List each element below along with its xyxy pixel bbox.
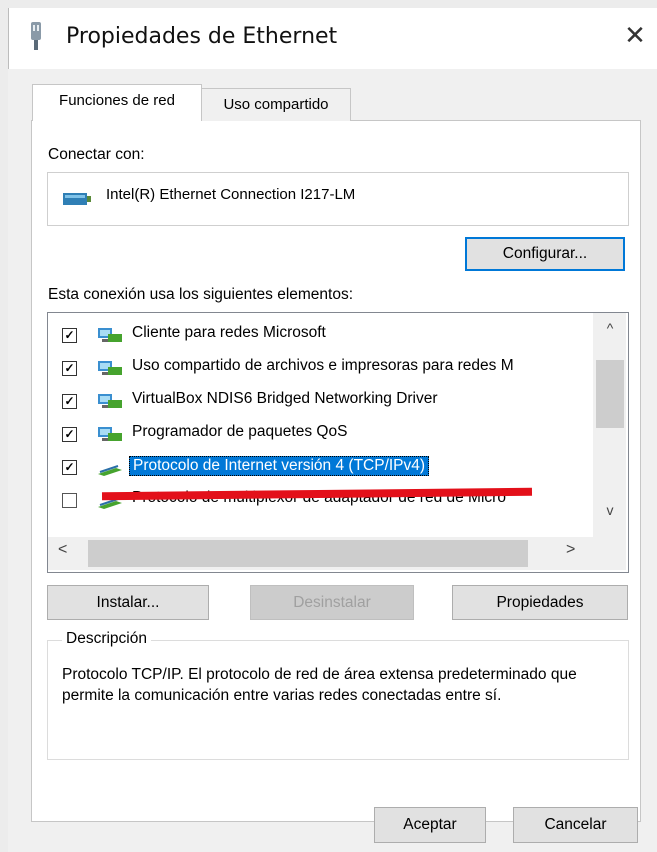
uninstall-button[interactable]: Desinstalar <box>250 585 414 620</box>
description-text: Protocolo TCP/IP. El protocolo de red de… <box>62 666 577 704</box>
scroll-left-icon[interactable]: < <box>58 541 67 559</box>
checkbox[interactable] <box>62 493 77 508</box>
list-item-selected[interactable]: ✓ Protocolo de Internet versión 4 (TCP/I… <box>48 452 593 482</box>
ethernet-plug-icon <box>28 22 44 52</box>
item-label: VirtualBox NDIS6 Bridged Networking Driv… <box>132 390 438 407</box>
checkbox[interactable]: ✓ <box>62 361 77 376</box>
list-item[interactable]: ✓ VirtualBox NDIS6 Bridged Networking Dr… <box>48 386 593 416</box>
elements-list: ✓ Cliente para redes Microsoft ✓ Uso com… <box>47 312 629 573</box>
tab-uso-compartido[interactable]: Uso compartido <box>201 88 351 121</box>
list-item[interactable]: ✓ Programador de paquetes QoS <box>48 419 593 449</box>
configure-button[interactable]: Configurar... <box>465 237 625 271</box>
connect-label: Conectar con: <box>48 146 145 163</box>
vertical-scroll-thumb[interactable] <box>596 360 624 428</box>
window-title: Propiedades de Ethernet <box>66 24 338 49</box>
network-service-icon <box>96 425 124 445</box>
network-service-icon <box>96 359 124 379</box>
properties-button[interactable]: Propiedades <box>452 585 628 620</box>
item-label: Uso compartido de archivos e impresoras … <box>132 357 514 374</box>
checkbox[interactable]: ✓ <box>62 460 77 475</box>
install-button[interactable]: Instalar... <box>47 585 209 620</box>
item-label: Programador de paquetes QoS <box>132 423 348 440</box>
scroll-up-icon[interactable]: ^ <box>598 320 622 336</box>
accept-button[interactable]: Aceptar <box>374 807 486 843</box>
checkbox[interactable]: ✓ <box>62 427 77 442</box>
list-item[interactable]: ✓ Uso compartido de archivos e impresora… <box>48 353 593 383</box>
item-label: Protocolo de Internet versión 4 (TCP/IPv… <box>129 456 430 476</box>
network-client-icon <box>96 326 124 346</box>
adapter-name: Intel(R) Ethernet Connection I217-LM <box>106 186 356 203</box>
tab-funciones-de-red[interactable]: Funciones de red <box>32 84 202 121</box>
network-adapter-icon <box>62 188 92 208</box>
scroll-right-icon[interactable]: > <box>566 541 575 559</box>
item-label: Cliente para redes Microsoft <box>132 324 326 341</box>
horizontal-scroll-thumb[interactable] <box>88 540 528 567</box>
close-icon[interactable]: ✕ <box>620 20 650 50</box>
elements-label: Esta conexión usa los siguientes element… <box>48 286 354 303</box>
scroll-down-icon[interactable]: v <box>598 502 622 518</box>
checkbox[interactable]: ✓ <box>62 328 77 343</box>
cancel-button[interactable]: Cancelar <box>513 807 638 843</box>
checkbox[interactable]: ✓ <box>62 394 77 409</box>
description-legend: Descripción <box>62 630 151 648</box>
network-service-icon <box>96 392 124 412</box>
list-item[interactable]: ✓ Cliente para redes Microsoft <box>48 320 593 350</box>
network-protocol-icon <box>96 458 124 478</box>
